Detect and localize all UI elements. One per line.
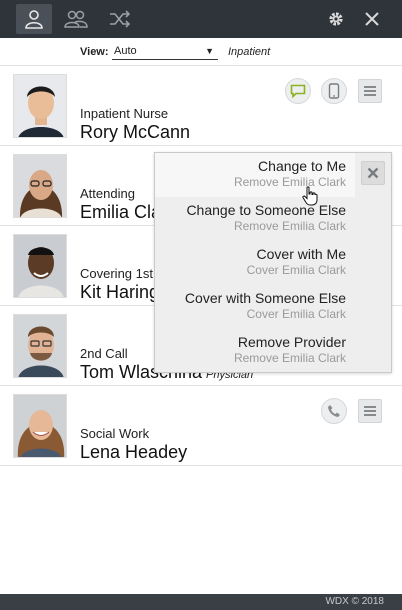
close-icon <box>367 167 379 179</box>
view-select-value: Auto <box>114 45 137 57</box>
menu-item-label: Cover with Me <box>256 246 346 262</box>
menu-item-cover-with-someone-else[interactable]: Cover with Someone Else Cover Emilia Cla… <box>155 285 355 329</box>
view-select[interactable]: Auto ▼ <box>112 44 218 60</box>
menu-item-label: Change to Me <box>258 158 346 174</box>
menu-item-change-to-someone-else[interactable]: Change to Someone Else Remove Emilia Cla… <box>155 197 355 241</box>
menu-item-change-to-me[interactable]: Change to Me Remove Emilia Clark <box>155 153 355 197</box>
top-toolbar <box>0 0 402 38</box>
provider-row[interactable]: Inpatient Nurse Rory McCann <box>0 66 402 146</box>
avatar <box>13 314 67 378</box>
copyright-text: WDX © 2018 <box>325 596 384 607</box>
provider-role: 2nd Call <box>80 346 128 361</box>
shuffle-icon[interactable] <box>102 4 138 34</box>
menu-close-button[interactable] <box>361 161 385 185</box>
menu-button[interactable] <box>358 79 382 103</box>
phone-icon <box>328 405 340 417</box>
hamburger-menu-icon <box>364 86 376 96</box>
provider-role: Attending <box>80 186 135 201</box>
provider-action-menu: Change to Me Remove Emilia Clark Change … <box>154 152 392 373</box>
provider-name: Rory McCann <box>80 122 191 142</box>
footer: WDX © 2018 <box>0 594 402 610</box>
menu-item-sublabel: Cover Emilia Clark <box>246 307 346 321</box>
view-label: View: <box>80 46 109 58</box>
provider-role: Social Work <box>80 426 150 441</box>
gear-icon[interactable] <box>318 4 354 34</box>
provider-name: Lena Headey <box>80 442 188 462</box>
chat-button[interactable] <box>285 78 311 104</box>
menu-button[interactable] <box>358 399 382 423</box>
avatar <box>13 394 67 458</box>
phone-button[interactable] <box>321 398 347 424</box>
close-icon[interactable] <box>354 4 390 34</box>
view-context-label: Inpatient <box>228 46 271 58</box>
view-bar: View: Auto ▼ Inpatient <box>0 38 402 66</box>
avatar <box>13 154 67 218</box>
app-window: View: Auto ▼ Inpatient Inpatient Nurse R… <box>0 0 402 610</box>
menu-item-sublabel: Remove Emilia Clark <box>233 219 346 233</box>
mobile-phone-button[interactable] <box>321 78 347 104</box>
avatar <box>13 74 67 138</box>
menu-item-sublabel: Remove Emilia Clark <box>233 351 346 365</box>
menu-item-sublabel: Cover Emilia Clark <box>246 263 346 277</box>
dropdown-arrow-icon: ▼ <box>205 46 214 56</box>
hamburger-menu-icon <box>364 406 376 416</box>
mobile-phone-icon <box>328 83 340 99</box>
group-icon[interactable] <box>58 4 94 34</box>
avatar <box>13 234 67 298</box>
provider-row[interactable]: Social Work Lena Headey <box>0 386 402 466</box>
menu-item-remove-provider[interactable]: Remove Provider Remove Emilia Clark <box>155 329 355 373</box>
menu-item-label: Cover with Someone Else <box>184 290 346 306</box>
chat-icon <box>290 84 306 98</box>
provider-role: Inpatient Nurse <box>80 106 169 121</box>
provider-role: Covering 1st <box>80 266 153 281</box>
person-icon[interactable] <box>16 4 52 34</box>
menu-item-cover-with-me[interactable]: Cover with Me Cover Emilia Clark <box>155 241 355 285</box>
hand-cursor-icon <box>302 186 318 211</box>
menu-item-label: Remove Provider <box>237 334 346 350</box>
